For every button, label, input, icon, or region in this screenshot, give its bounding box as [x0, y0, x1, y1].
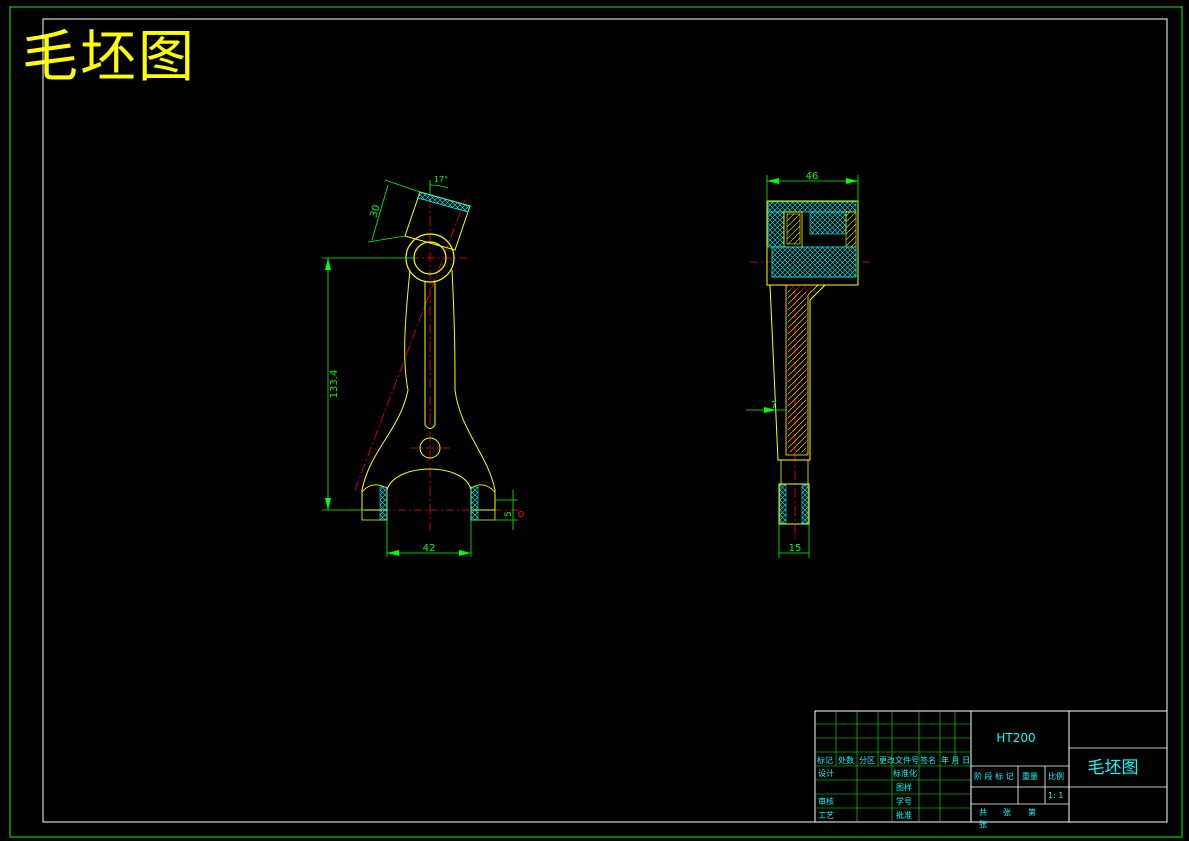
header-label-5: 年 月 日 — [941, 755, 970, 765]
row-label-standard: 标准化 — [893, 768, 917, 778]
side-view: 46 15 7 — [746, 171, 870, 558]
dim-bottom-width: 42 — [423, 543, 436, 554]
weight-label: 重量 — [1022, 771, 1038, 781]
outer-frame — [9, 6, 1183, 838]
material-label: HT200 — [996, 731, 1035, 745]
row-label-approve: 批准 — [896, 810, 912, 820]
extra-label-drawing: 图样 — [896, 782, 912, 792]
title-block: HT200 毛坯图 标记 处数 分区 更改文件号 签名 年 月 日 设计 审核 … — [814, 710, 1168, 829]
dim-side-taper: 7 — [771, 400, 777, 411]
drawing-canvas: 133.4 42 30 17° 5 46 15 7 HT200 毛坯图 标记 处… — [9, 6, 1183, 838]
dim-bottom-offset: 5 — [504, 511, 514, 517]
extra-label-student-no: 学号 — [896, 796, 912, 806]
stage-label: 阶 段 标 记 — [974, 771, 1014, 781]
scale-label: 比例 — [1048, 771, 1064, 781]
dim-height: 133.4 — [329, 370, 340, 399]
sheet-total: 共 — [979, 808, 987, 817]
dim-top-angle: 17° — [434, 175, 448, 184]
sheet-page: 第 — [1028, 807, 1036, 817]
sheet-sheet: 张 — [1003, 808, 1011, 817]
row-label-process: 工艺 — [818, 811, 834, 820]
header-label-3: 更改文件号 — [879, 755, 919, 765]
row-label-review: 审核 — [818, 796, 834, 806]
dim-side-top-width: 46 — [806, 171, 819, 182]
drawing-sheet: 毛坯图 133.4 42 30 17° 5 46 15 7 HT200 毛坯图 … — [0, 0, 1189, 841]
dim-top-tilt: 30 — [369, 204, 383, 219]
header-label-2: 分区 — [859, 756, 875, 765]
header-label-1: 处数 — [838, 755, 854, 765]
drawing-name-label: 毛坯图 — [1088, 758, 1139, 778]
front-view: 133.4 42 30 17° 5 — [322, 175, 524, 557]
header-label-4: 签名 — [920, 755, 936, 765]
header-label-0: 标记 — [817, 755, 833, 765]
scale-value: 1: 1 — [1048, 791, 1063, 800]
sheet-sheet-2: 张 — [979, 820, 987, 829]
dim-side-bottom-width: 15 — [789, 543, 802, 554]
row-label-design: 设计 — [818, 768, 834, 778]
inner-frame — [42, 18, 1168, 823]
